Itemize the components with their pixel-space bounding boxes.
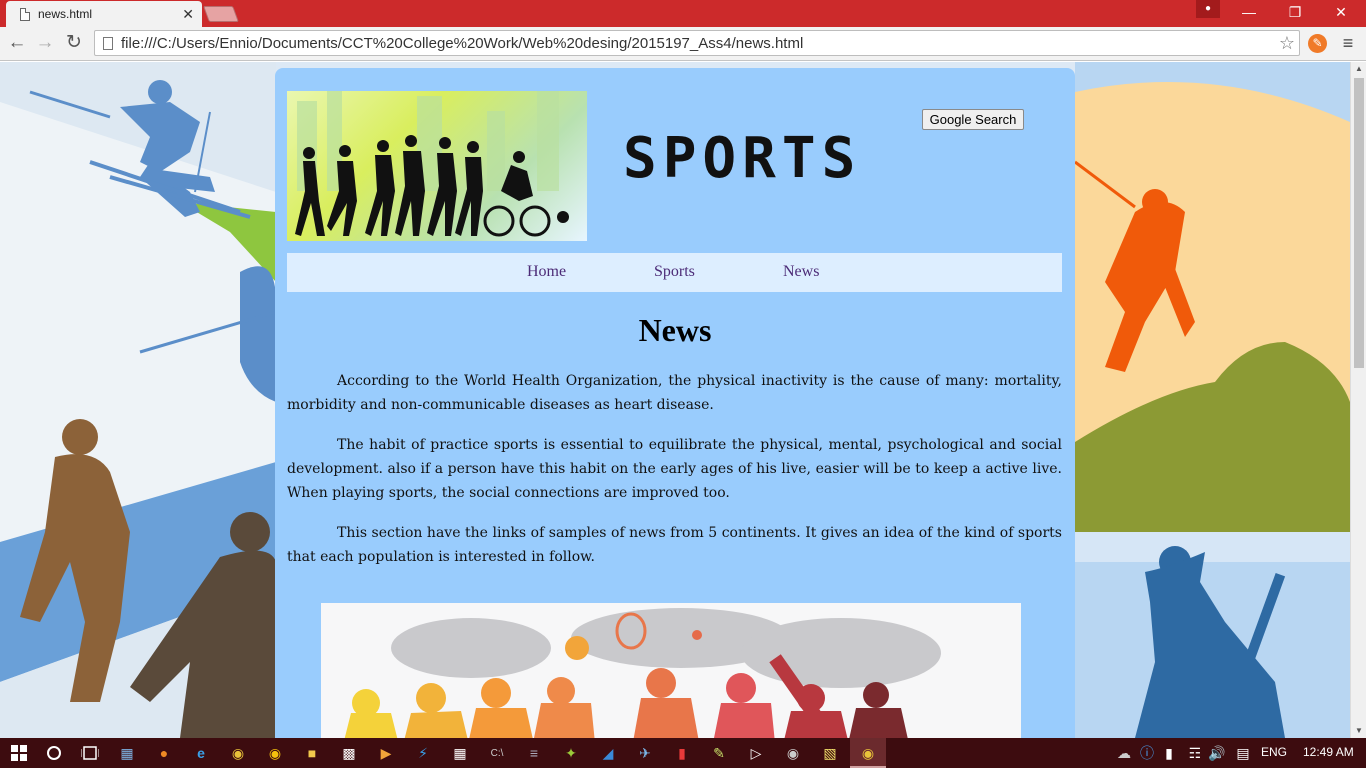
sticky-notes-icon[interactable]: ▧ (819, 742, 841, 764)
pdf-reader-icon[interactable]: ▮ (671, 742, 693, 764)
task-view-icon[interactable] (79, 742, 101, 764)
vs-code-icon[interactable]: ◢ (597, 742, 619, 764)
browser-titlebar: news.html ✕ ● — ❐ ✕ (0, 0, 1366, 27)
edge-icon[interactable]: e (190, 742, 212, 764)
nav-link-sports[interactable]: Sports (654, 263, 695, 281)
paragraph-habit: The habit of practice sports is essentia… (287, 437, 1062, 501)
back-button[interactable]: ← (5, 31, 29, 55)
page-heading: News (638, 312, 712, 348)
page-scrollbar[interactable]: ▲ ▼ (1350, 62, 1366, 738)
volume-icon[interactable]: 🔊 (1206, 742, 1228, 764)
wifi-icon[interactable]: ☶ (1184, 742, 1206, 764)
notepad-icon[interactable]: ✎ (708, 742, 730, 764)
paragraph-section-info: This section have the links of samples o… (287, 525, 1062, 565)
database-icon[interactable]: ≡ (523, 742, 545, 764)
tab-title: news.html (38, 7, 93, 21)
language-indicator[interactable]: ENG (1261, 745, 1287, 759)
background-art-left (0, 62, 276, 738)
chrome-canary-icon[interactable]: ◉ (264, 742, 286, 764)
cloud-icon[interactable]: ☁ (1113, 742, 1135, 764)
firefox-icon[interactable]: ● (153, 742, 175, 764)
scroll-down-arrow[interactable]: ▼ (1351, 724, 1366, 738)
ftp-client-icon[interactable]: ✦ (560, 742, 582, 764)
paint-icon[interactable]: ◉ (782, 742, 804, 764)
restore-button[interactable]: ❐ (1272, 0, 1318, 24)
control-panel-icon[interactable]: ▦ (116, 742, 138, 764)
media-player-icon[interactable]: ▶ (375, 742, 397, 764)
windows-start-icon[interactable] (8, 742, 30, 764)
extension-icon[interactable]: ✎ (1308, 34, 1327, 53)
store-icon[interactable]: ▩ (338, 742, 360, 764)
close-window-button[interactable]: ✕ (1318, 0, 1364, 24)
active-chrome-icon[interactable]: ◉ (857, 742, 879, 764)
google-search-button[interactable]: Google Search (922, 109, 1024, 130)
notifications-icon[interactable]: ▤ (1232, 742, 1254, 764)
media-icon[interactable]: ▷ (745, 742, 767, 764)
page-viewport: SPORTS Google Search Home Sports News Ne… (0, 62, 1350, 738)
command-prompt-icon[interactable]: C:\ (486, 742, 508, 764)
windows-taskbar: ▦ ● e ◉ ◉ ■ ▩ ▶ ⚡ ▦ C:\ ≡ ✦ ◢ ✈ ▮ ✎ ▷ ◉ … (0, 738, 1366, 768)
reload-button[interactable]: ↻ (62, 31, 86, 55)
nav-link-home[interactable]: Home (527, 263, 566, 281)
main-navigation: Home Sports News (287, 253, 1062, 292)
battery-icon[interactable]: ▮ (1158, 742, 1180, 764)
file-explorer-icon[interactable]: ■ (301, 742, 323, 764)
scroll-up-arrow[interactable]: ▲ (1351, 62, 1366, 76)
page-icon (103, 36, 113, 50)
scrollbar-thumb[interactable] (1354, 78, 1364, 368)
address-bar[interactable]: file:///C:/Users/Ennio/Documents/CCT%20C… (94, 30, 1300, 56)
browser-toolbar: ← → ↻ file:///C:/Users/Ennio/Documents/C… (0, 27, 1366, 61)
clock[interactable]: 12:49 AM (1303, 745, 1354, 759)
sports-banner-image (287, 91, 587, 241)
browser-tab[interactable]: news.html ✕ (6, 1, 202, 27)
airplane-app-icon[interactable]: ✈ (634, 742, 656, 764)
document-icon (20, 7, 30, 21)
forward-button[interactable]: → (33, 31, 57, 55)
content-card: SPORTS Google Search Home Sports News Ne… (275, 68, 1075, 738)
bookmark-star-icon[interactable]: ☆ (1275, 33, 1299, 54)
cortana-search-icon[interactable] (43, 742, 65, 764)
background-art-right (1075, 62, 1350, 738)
new-tab-button[interactable] (203, 6, 239, 22)
info-icon[interactable]: ⓘ (1136, 742, 1158, 764)
site-title: SPORTS (623, 126, 862, 191)
calculator-icon[interactable]: ▦ (449, 742, 471, 764)
user-profile-icon[interactable]: ● (1196, 0, 1220, 18)
world-sports-image (321, 603, 1021, 738)
tab-close-icon[interactable]: ✕ (182, 6, 194, 23)
url-text[interactable]: file:///C:/Users/Ennio/Documents/CCT%20C… (121, 35, 1275, 52)
chrome-menu-icon[interactable]: ≡ (1338, 32, 1358, 54)
minimize-button[interactable]: — (1226, 0, 1272, 24)
chrome-icon[interactable]: ◉ (227, 742, 249, 764)
lightning-app-icon[interactable]: ⚡ (412, 742, 434, 764)
paragraph-inactivity: According to the World Health Organizati… (287, 373, 1062, 413)
nav-link-news[interactable]: News (783, 263, 819, 281)
